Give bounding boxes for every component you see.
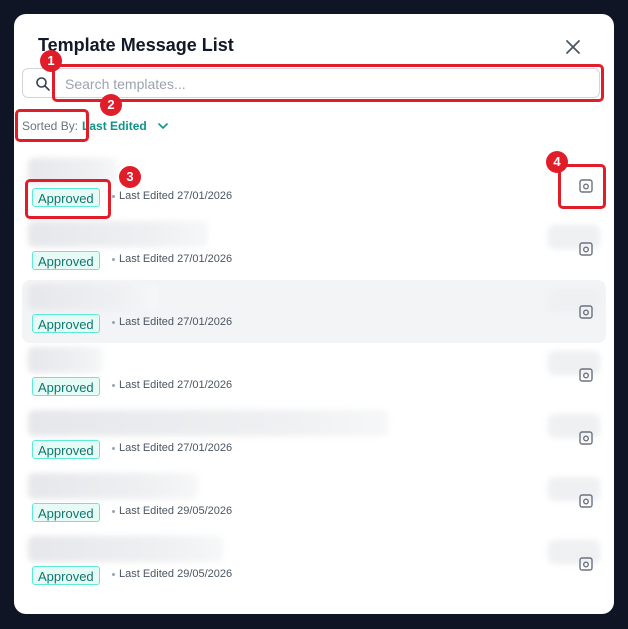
last-edited: Last Edited 27/01/2026 [119,253,233,265]
sort-label: Sorted By: [22,119,79,133]
copy-icon[interactable] [578,430,594,446]
status-badge: Approved [32,440,100,459]
close-icon[interactable] [562,36,584,58]
status-badge: Approved [32,314,100,333]
status-badge: Approved [32,251,100,270]
template-name-redacted [28,158,118,184]
status-badge: Approved [32,566,100,585]
copy-icon[interactable] [578,367,594,383]
template-row[interactable]: Approved Last Edited 27/01/2026 [22,343,606,406]
template-row[interactable]: Approved Last Edited 29/05/2026 [22,469,606,532]
template-name-redacted [28,284,158,310]
last-edited: Last Edited 27/01/2026 [119,190,233,202]
template-list-modal: Template Message List Sorted By: Last Ed… [14,14,614,614]
search-input[interactable] [63,73,587,95]
separator-dot [112,447,115,450]
separator-dot [112,195,115,198]
sort-value[interactable]: Last Edited [82,119,147,133]
template-name-redacted [28,410,388,436]
separator-dot [112,258,115,261]
sort-control[interactable]: Sorted By: Last Edited [22,117,169,135]
template-name-redacted [28,473,198,499]
template-list: Approved Last Edited 27/01/2026 Approved… [22,154,606,595]
template-row[interactable]: Approved Last Edited 27/01/2026 [22,154,606,217]
separator-dot [112,384,115,387]
copy-icon[interactable] [578,178,594,194]
status-badge: Approved [32,377,100,396]
copy-icon[interactable] [578,241,594,257]
template-name-redacted [28,536,223,562]
copy-icon[interactable] [578,304,594,320]
status-badge: Approved [32,503,100,522]
modal-title: Template Message List [38,35,234,55]
status-badge: Approved [32,188,100,207]
template-row[interactable]: Approved Last Edited 27/01/2026 [22,406,606,469]
template-name-redacted [28,347,103,373]
template-row[interactable]: Approved Last Edited 27/01/2026 [22,217,606,280]
separator-dot [112,510,115,513]
chevron-down-icon[interactable] [157,120,169,132]
separator-dot [112,573,115,576]
search-box [22,68,600,98]
last-edited: Last Edited 27/01/2026 [119,316,233,328]
separator-dot [112,321,115,324]
copy-icon[interactable] [578,493,594,509]
last-edited: Last Edited 29/05/2026 [119,568,233,580]
search-icon [36,77,50,91]
copy-icon[interactable] [578,556,594,572]
last-edited: Last Edited 29/05/2026 [119,505,233,517]
template-name-redacted [28,221,208,247]
last-edited: Last Edited 27/01/2026 [119,379,233,391]
last-edited: Last Edited 27/01/2026 [119,442,233,454]
template-row[interactable]: Approved Last Edited 27/01/2026 [22,280,606,343]
template-row[interactable]: Approved Last Edited 29/05/2026 [22,532,606,595]
